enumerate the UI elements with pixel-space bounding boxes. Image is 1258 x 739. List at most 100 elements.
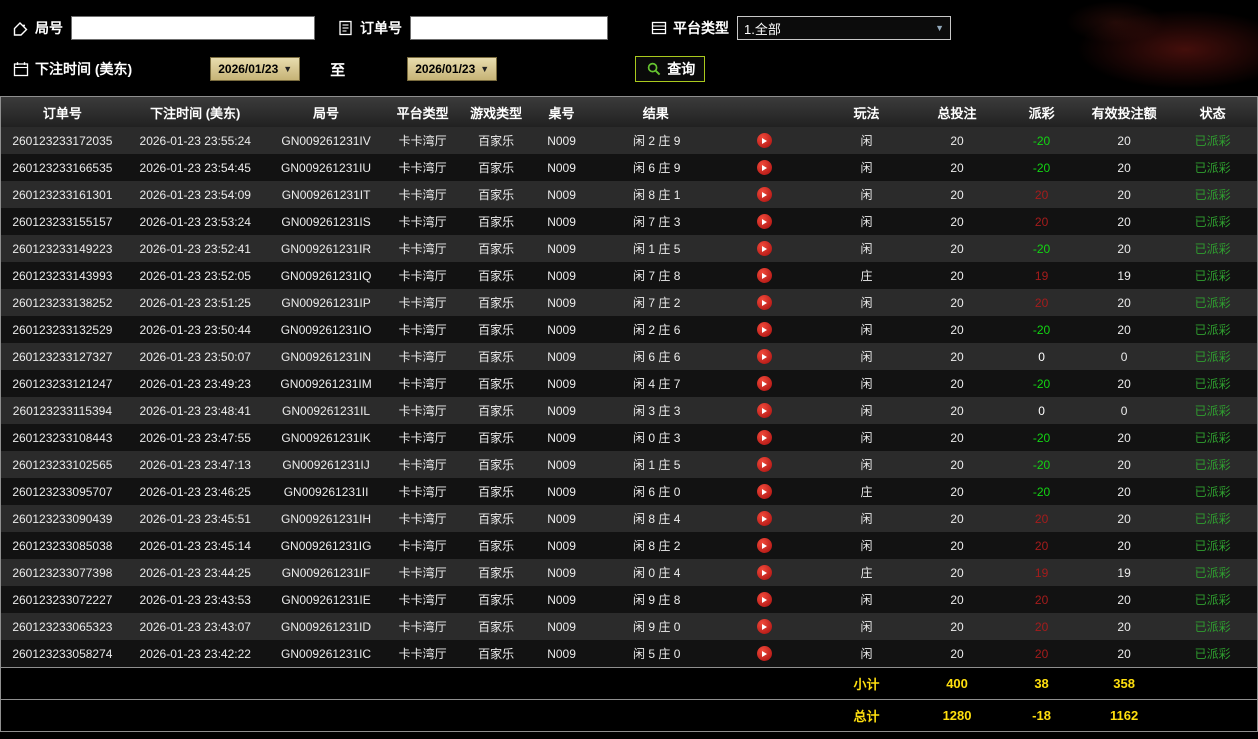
result-cell: 闲 8 庄 2 <box>591 532 822 559</box>
total-bet-cell: 20 <box>950 322 964 337</box>
play-icon[interactable] <box>756 187 772 202</box>
payout-cell: -20 <box>1032 484 1051 499</box>
bet-time-cell: 2026-01-23 23:46:25 <box>139 484 251 499</box>
play-type-cell: 闲 <box>860 620 873 634</box>
result-text: 闲 2 庄 9 <box>633 134 681 148</box>
order-id-cell: 260123233065323 <box>12 619 113 634</box>
date-to-picker[interactable]: 2026/01/23 ▼ <box>407 57 498 81</box>
payout-cell: -20 <box>1032 457 1051 472</box>
order-id-cell: 260123233138252 <box>12 295 113 310</box>
date-from-picker[interactable]: 2026/01/23 ▼ <box>210 57 301 81</box>
total-bet-cell: 20 <box>950 241 964 256</box>
subtotal-total-bet: 400 <box>946 676 968 691</box>
play-icon[interactable] <box>756 214 772 229</box>
table-no-cell: N009 <box>547 160 576 175</box>
magnifier-icon <box>645 61 662 78</box>
col-header-payout: 派彩 <box>1003 97 1080 127</box>
bet-time-label: 下注时间 (美东) <box>35 61 133 77</box>
status-cell: 已派彩 <box>1194 188 1231 202</box>
table-row: 260123233155157 2026-01-23 23:53:24 GN00… <box>1 208 1257 235</box>
order-id-cell: 260123233161301 <box>12 187 113 202</box>
bet-time-cell: 2026-01-23 23:52:05 <box>139 268 251 283</box>
total-row: 总计 1280 -18 1162 <box>1 699 1257 731</box>
play-icon[interactable] <box>756 538 772 553</box>
play-triangle <box>762 407 768 414</box>
play-type-cell: 闲 <box>860 242 873 256</box>
play-type-cell: 闲 <box>860 134 873 148</box>
play-icon[interactable] <box>756 403 772 418</box>
play-type-cell: 闲 <box>860 512 873 526</box>
platform-cell: 卡卡湾厅 <box>398 134 447 148</box>
play-icon[interactable] <box>756 646 772 661</box>
play-triangle <box>762 299 768 306</box>
total-bet-cell: 20 <box>950 646 964 661</box>
table-no-cell: N009 <box>547 376 576 391</box>
round-id-cell: GN009261231IN <box>281 349 372 364</box>
game-type-cell: 百家乐 <box>478 161 515 175</box>
bet-time-cell: 2026-01-23 23:45:14 <box>139 538 251 553</box>
round-id-cell: GN009261231IH <box>281 511 372 526</box>
result-cell: 闲 6 庄 6 <box>591 343 822 370</box>
play-icon[interactable] <box>756 376 772 391</box>
play-icon[interactable] <box>756 268 772 283</box>
result-cell: 闲 4 庄 7 <box>591 370 822 397</box>
play-triangle <box>762 272 768 279</box>
play-icon[interactable] <box>756 511 772 526</box>
table-no-cell: N009 <box>547 241 576 256</box>
order-id-cell: 260123233149223 <box>12 241 113 256</box>
table-row: 260123233072227 2026-01-23 23:43:53 GN00… <box>1 586 1257 613</box>
order-input[interactable] <box>410 16 608 40</box>
round-input[interactable] <box>71 16 315 40</box>
play-triangle <box>762 461 768 468</box>
platform-cell: 卡卡湾厅 <box>398 242 447 256</box>
status-cell: 已派彩 <box>1194 647 1231 661</box>
search-button[interactable]: 查询 <box>635 56 706 82</box>
play-icon[interactable] <box>756 241 772 256</box>
total-bet-cell: 20 <box>950 538 964 553</box>
game-type-cell: 百家乐 <box>478 323 515 337</box>
status-cell: 已派彩 <box>1194 485 1231 499</box>
col-header-platform: 平台类型 <box>385 97 460 127</box>
play-triangle <box>762 164 768 171</box>
subtotal-spacer <box>1 668 822 700</box>
total-bet-cell: 20 <box>950 214 964 229</box>
play-icon[interactable] <box>756 457 772 472</box>
bet-time-cell: 2026-01-23 23:47:13 <box>139 457 251 472</box>
valid-bet-cell: 20 <box>1117 511 1131 526</box>
valid-bet-cell: 0 <box>1120 349 1128 364</box>
result-cell: 闲 2 庄 9 <box>591 127 822 154</box>
search-button-label: 查询 <box>667 61 696 77</box>
play-icon[interactable] <box>756 133 772 148</box>
play-triangle <box>762 218 768 225</box>
round-id-cell: GN009261231IU <box>281 160 372 175</box>
play-icon[interactable] <box>756 430 772 445</box>
calendar-icon <box>12 61 29 78</box>
bet-time-cell: 2026-01-23 23:45:51 <box>139 511 251 526</box>
table-row: 260123233095707 2026-01-23 23:46:25 GN00… <box>1 478 1257 505</box>
play-type-cell: 闲 <box>860 377 873 391</box>
play-icon[interactable] <box>756 160 772 175</box>
round-id-cell: GN009261231IR <box>281 241 372 256</box>
table-row: 260123233090439 2026-01-23 23:45:51 GN00… <box>1 505 1257 532</box>
play-type-cell: 闲 <box>860 593 873 607</box>
play-icon[interactable] <box>756 592 772 607</box>
bet-time-cell: 2026-01-23 23:50:44 <box>139 322 251 337</box>
table-row: 260123233085038 2026-01-23 23:45:14 GN00… <box>1 532 1257 559</box>
platform-select[interactable]: 1.全部 ▼ <box>737 16 951 40</box>
table-row: 260123233138252 2026-01-23 23:51:25 GN00… <box>1 289 1257 316</box>
play-icon[interactable] <box>756 349 772 364</box>
play-icon[interactable] <box>756 484 772 499</box>
result-cell: 闲 9 庄 8 <box>591 586 822 613</box>
play-icon[interactable] <box>756 322 772 337</box>
play-icon[interactable] <box>756 619 772 634</box>
col-header-round-id: 局号 <box>266 97 386 127</box>
status-cell: 已派彩 <box>1194 161 1231 175</box>
play-icon[interactable] <box>756 565 772 580</box>
status-cell: 已派彩 <box>1194 512 1231 526</box>
table-row: 260123233065323 2026-01-23 23:43:07 GN00… <box>1 613 1257 640</box>
play-icon[interactable] <box>756 295 772 310</box>
platform-cell: 卡卡湾厅 <box>398 647 447 661</box>
status-cell: 已派彩 <box>1194 458 1231 472</box>
payout-cell: -20 <box>1032 322 1051 337</box>
platform-cell: 卡卡湾厅 <box>398 593 447 607</box>
